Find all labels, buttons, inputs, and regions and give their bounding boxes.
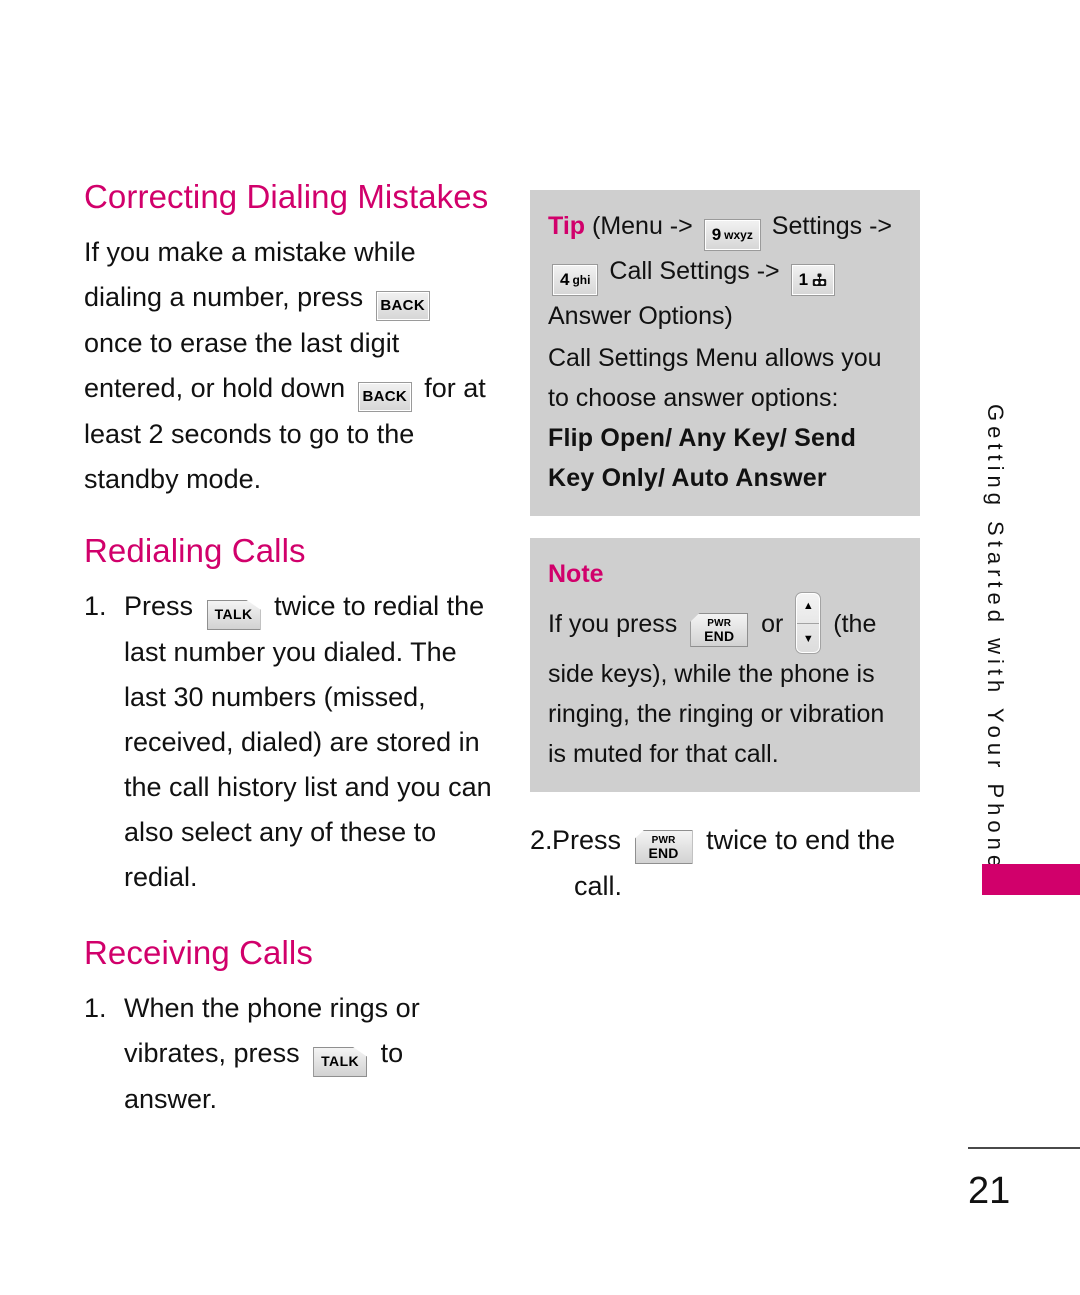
paragraph-text-part1: If you make a mistake while dialing a nu… <box>84 237 416 312</box>
voicemail-icon <box>812 267 827 297</box>
footer-divider <box>968 1147 1080 1149</box>
keypad-key-1-icon: 1 <box>790 264 836 297</box>
heading-receiving-calls: Receiving Calls <box>84 934 313 971</box>
talk-key-icon: TALK <box>206 600 261 630</box>
tip-line1-b: Settings -> <box>771 212 892 240</box>
side-keys-rocker-icon: ▲ ▼ <box>795 592 822 654</box>
step-number: 2. <box>530 825 553 855</box>
step-number: 1. <box>84 591 107 621</box>
back-key-icon: BACK <box>375 291 430 321</box>
paragraph-text-part2: once to erase the last digit entered, or… <box>84 328 400 403</box>
tip-answer-options-list: Flip Open/ Any Key/ Send Key Only/ Auto … <box>548 424 857 492</box>
running-head-vertical: Getting Started with Your Phone <box>983 404 1008 873</box>
end-call-step: 2. Press PWR END twice to end the call. <box>530 818 920 909</box>
key-9-digit: 9 <box>711 225 722 244</box>
heading-correcting-dialing-mistakes: Correcting Dialing Mistakes <box>84 178 489 215</box>
right-column: Tip (Menu -> 9 wxyz Settings -> 4 ghi Call… <box>530 190 920 909</box>
pwr-end-key-label: PWR END <box>635 830 693 861</box>
key-1-digit: 1 <box>798 270 809 289</box>
manual-page: Correcting Dialing Mistakes If you make … <box>0 0 1080 1295</box>
tip-callout-box: Tip (Menu -> 9 wxyz Settings -> 4 ghi Call… <box>530 190 920 516</box>
paragraph-correcting-dialing-mistakes: If you make a mistake while dialing a nu… <box>84 230 494 502</box>
note-callout-box: Note If you press PWR END or ▲ ▼ (the side… <box>530 538 920 792</box>
tip-line2-a: Call Settings -> <box>609 257 780 285</box>
back-key-icon-2: BACK <box>357 382 412 412</box>
step-text-part1: Press <box>552 825 622 855</box>
back-key-label: BACK <box>380 297 425 314</box>
heading-redialing-calls: Redialing Calls <box>84 532 306 569</box>
step-text-part2: twice to redial the last number you dial… <box>124 591 492 892</box>
talk-key-icon: TALK <box>313 1047 368 1077</box>
pwr-end-key-label: PWR END <box>690 613 748 644</box>
note-body-text: If you press PWR END or ▲ ▼ (the side keys… <box>548 592 902 774</box>
key-4-letters: ghi <box>572 273 591 287</box>
tip-line2-b: Answer <box>548 302 632 330</box>
pwr-end-key-line2: END <box>704 628 735 644</box>
pwr-end-key-icon: PWR END <box>690 613 749 647</box>
rocker-divider <box>797 623 820 624</box>
step-text-part1: Press <box>124 591 194 621</box>
receiving-calls-steps: 1. When the phone rings or vibrates, pre… <box>84 986 494 1122</box>
down-arrow-icon: ▼ <box>802 633 814 645</box>
step-number: 1. <box>84 993 107 1023</box>
tip-body-text: Call Settings Menu allows you to choose … <box>548 344 882 412</box>
list-item: 1. When the phone rings or vibrates, pre… <box>84 986 494 1122</box>
step-text-part3: call. <box>574 871 623 901</box>
key-9-letters: wxyz <box>724 228 753 242</box>
page-number: 21 <box>968 1170 1011 1212</box>
note-text-part1: If you press <box>548 610 678 638</box>
tip-line1-a: (Menu -> <box>592 212 693 240</box>
list-item: 1. Press TALK twice to redial the last n… <box>84 584 494 900</box>
left-column: Correcting Dialing Mistakes If you make … <box>84 178 494 1140</box>
step-text-part1: When the phone rings or vibrates, press <box>124 993 420 1068</box>
pwr-end-key-line2: END <box>648 845 679 861</box>
tip-label: Tip <box>548 212 586 240</box>
step-text-part2: twice to end the <box>706 825 896 855</box>
key-4-digit: 4 <box>560 270 570 289</box>
keypad-key-4-icon: 4 ghi <box>552 264 599 296</box>
pwr-end-key-icon: PWR END <box>634 830 693 864</box>
redialing-calls-steps: 1. Press TALK twice to redial the last n… <box>84 584 494 900</box>
note-text-part2: or <box>761 610 784 638</box>
talk-key-label: TALK <box>321 1053 360 1069</box>
note-label-line: Note <box>548 554 902 594</box>
note-label: Note <box>548 560 604 588</box>
tip-line3: Options) <box>638 302 733 330</box>
section-tab-marker <box>982 864 1080 895</box>
up-arrow-icon: ▲ <box>802 600 814 612</box>
back-key-label-2: BACK <box>362 388 407 405</box>
keypad-key-9-icon: 9 wxyz <box>703 219 761 251</box>
tip-path-line: Tip (Menu -> 9 wxyz Settings -> 4 ghi Call… <box>548 206 902 336</box>
talk-key-label: TALK <box>214 606 253 622</box>
